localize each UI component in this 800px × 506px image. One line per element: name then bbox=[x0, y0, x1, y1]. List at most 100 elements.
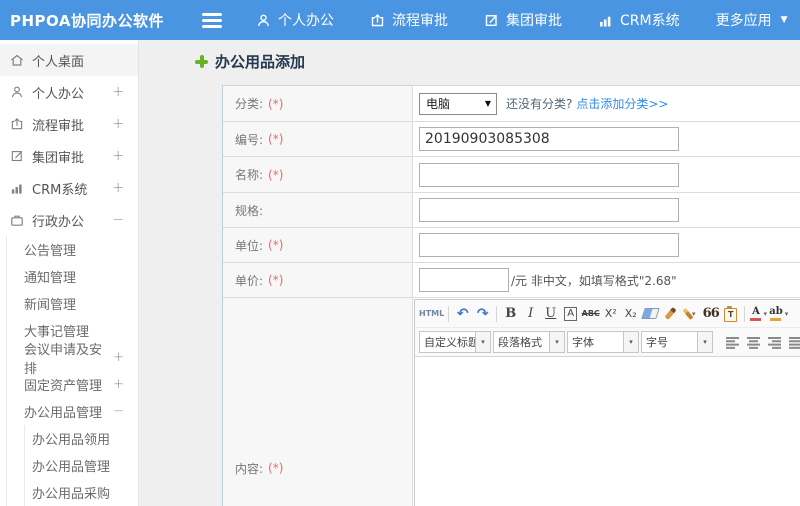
caret-down-icon: ▼ bbox=[780, 15, 788, 25]
sidebar-item-supplies-claim[interactable]: 办公用品领用 bbox=[25, 425, 138, 452]
italic-button[interactable]: I bbox=[521, 304, 540, 324]
expand-sign[interactable]: + bbox=[112, 148, 124, 164]
expand-sign[interactable]: + bbox=[112, 180, 124, 196]
briefcase-icon bbox=[10, 213, 24, 227]
sidebar-item-announcement-mgmt[interactable]: 公告管理 bbox=[7, 236, 138, 263]
subscript-button[interactable]: X₂ bbox=[621, 304, 640, 324]
nav-crm-system[interactable]: CRM系统 bbox=[598, 10, 680, 30]
bold-button[interactable]: B bbox=[501, 304, 520, 324]
sidebar-item-group-approval[interactable]: 集团审批 + bbox=[0, 140, 138, 172]
price-input[interactable] bbox=[419, 268, 509, 292]
collapse-sign[interactable]: − bbox=[113, 404, 124, 419]
collapse-sign[interactable]: − bbox=[112, 212, 124, 228]
align-left-button[interactable] bbox=[723, 332, 742, 352]
custom-title-select[interactable]: 自定义标题 ▾ bbox=[419, 331, 491, 353]
page-title: 办公用品添加 bbox=[195, 51, 305, 72]
redo-button[interactable]: ↷ bbox=[473, 304, 492, 324]
supplies-add-form: 分类: (*) 电脑 ▼ 还没有分类? 点击添加分类>> 编号: (*) 名称: bbox=[222, 85, 800, 506]
undo-button[interactable]: ↶ bbox=[453, 304, 472, 324]
select-caret-icon: ▼ bbox=[484, 99, 491, 108]
sidebar-item-fixed-assets-mgmt[interactable]: 固定资产管理 + bbox=[7, 371, 138, 398]
sidebar-item-notice-mgmt[interactable]: 通知管理 bbox=[7, 263, 138, 290]
paste-plain-button[interactable]: T bbox=[721, 304, 740, 324]
expand-sign[interactable]: + bbox=[112, 84, 124, 100]
top-nav: 个人办公 流程审批 集团审批 CRM系统 更多应用 ▼ bbox=[256, 10, 788, 30]
home-icon bbox=[10, 53, 24, 67]
category-hint: 还没有分类? bbox=[506, 97, 573, 111]
font-size-select[interactable]: 字号 ▾ bbox=[641, 331, 713, 353]
app-logo[interactable]: PHPOA协同办公软件 bbox=[0, 10, 188, 31]
edit-icon bbox=[10, 149, 24, 163]
remove-format-button[interactable] bbox=[641, 304, 661, 324]
form-row-price: 单价: (*) /元 非中文，如填写格式"2.68" bbox=[223, 263, 800, 298]
sidebar-item-desktop[interactable]: 个人桌面 bbox=[0, 44, 138, 76]
superscript-button[interactable]: X² bbox=[601, 304, 620, 324]
expand-sign[interactable]: + bbox=[112, 116, 124, 132]
menu-toggle-icon[interactable] bbox=[202, 12, 222, 28]
spec-input[interactable] bbox=[419, 198, 679, 222]
sidebar-item-process-approval[interactable]: 流程审批 + bbox=[0, 108, 138, 140]
dropdown-caret-icon: ▾ bbox=[623, 332, 638, 352]
price-label: 单价: bbox=[235, 273, 264, 288]
add-category-link[interactable]: 点击添加分类>> bbox=[576, 95, 668, 112]
highlight-color-button[interactable]: ab ▾ bbox=[769, 304, 788, 324]
nav-group-approval[interactable]: 集团审批 bbox=[484, 10, 562, 30]
clipboard-icon: T bbox=[724, 305, 738, 322]
orange-color-bar bbox=[770, 317, 782, 321]
auto-typeset-button[interactable]: ▾ bbox=[681, 304, 700, 324]
spec-label: 规格: bbox=[235, 203, 264, 218]
number-input[interactable] bbox=[419, 127, 679, 151]
content-label: 内容: bbox=[235, 461, 264, 476]
font-color-button[interactable]: A ▾ bbox=[749, 304, 768, 324]
editor-toolbar-top: HTML ↶ ↷ B I U A ABC X² X₂ ▾ 66 T A ▾ ab… bbox=[415, 300, 800, 327]
user-icon bbox=[256, 13, 271, 28]
format-painter-button[interactable] bbox=[661, 304, 680, 324]
required-marker: (*) bbox=[268, 96, 284, 111]
sidebar-item-meeting-request[interactable]: 会议申请及安排 + bbox=[7, 343, 138, 377]
font-border-button[interactable]: A bbox=[561, 304, 580, 324]
form-row-name: 名称: (*) bbox=[223, 157, 800, 193]
name-input[interactable] bbox=[419, 162, 679, 187]
form-row-number: 编号: (*) bbox=[223, 122, 800, 157]
sidebar-item-office-supplies-mgmt[interactable]: 办公用品管理 − bbox=[7, 398, 138, 425]
dropdown-caret-icon: ▾ bbox=[549, 332, 564, 352]
unit-input[interactable] bbox=[419, 233, 679, 257]
form-row-content: 内容: (*) HTML ↶ ↷ B I U A ABC X² X₂ ▾ 66 … bbox=[223, 298, 800, 506]
user-icon bbox=[10, 85, 24, 99]
category-select-value: 电脑 bbox=[426, 97, 451, 111]
sidebar-item-supplies-purchase[interactable]: 办公用品采购 bbox=[25, 479, 138, 506]
name-label: 名称: bbox=[235, 168, 264, 182]
justify-button[interactable] bbox=[786, 332, 800, 352]
required-marker: (*) bbox=[268, 132, 284, 146]
paragraph-format-select[interactable]: 段落格式 ▾ bbox=[493, 331, 565, 353]
underline-button[interactable]: U bbox=[541, 304, 560, 324]
required-marker: (*) bbox=[268, 273, 284, 287]
sidebar-item-personal-office[interactable]: 个人办公 + bbox=[0, 76, 138, 108]
eraser-icon bbox=[641, 308, 661, 319]
expand-sign[interactable]: + bbox=[113, 350, 124, 365]
required-marker: (*) bbox=[268, 461, 284, 475]
blockquote-button[interactable]: 66 bbox=[701, 304, 720, 324]
sidebar-item-crm[interactable]: CRM系统 + bbox=[0, 172, 138, 204]
align-center-button[interactable] bbox=[744, 332, 763, 352]
nav-process-approval[interactable]: 流程审批 bbox=[370, 10, 448, 30]
expand-sign[interactable]: + bbox=[113, 377, 124, 392]
dropdown-caret-icon: ▾ bbox=[697, 332, 712, 352]
form-row-unit: 单位: (*) bbox=[223, 228, 800, 263]
editor-toolbar-bottom: 自定义标题 ▾ 段落格式 ▾ 字体 ▾ 字号 ▾ bbox=[415, 327, 800, 356]
align-right-button[interactable] bbox=[765, 332, 784, 352]
red-color-bar bbox=[750, 317, 762, 321]
font-family-select[interactable]: 字体 ▾ bbox=[567, 331, 639, 353]
sidebar-item-supplies-manage[interactable]: 办公用品管理 bbox=[25, 452, 138, 479]
category-select[interactable]: 电脑 ▼ bbox=[419, 92, 497, 115]
strikethrough-button[interactable]: ABC bbox=[581, 304, 600, 324]
nav-personal-office[interactable]: 个人办公 bbox=[256, 10, 334, 30]
price-format-hint: /元 非中文，如填写格式"2.68" bbox=[511, 273, 677, 288]
html-source-button[interactable]: HTML bbox=[419, 304, 444, 324]
share-up-icon bbox=[10, 117, 24, 131]
nav-more-apps[interactable]: 更多应用 ▼ bbox=[716, 10, 788, 30]
edit-icon bbox=[484, 13, 499, 28]
editor-content-area[interactable] bbox=[415, 356, 800, 506]
sidebar-item-news-mgmt[interactable]: 新闻管理 bbox=[7, 290, 138, 317]
sidebar-item-admin-office[interactable]: 行政办公 − bbox=[0, 204, 138, 236]
